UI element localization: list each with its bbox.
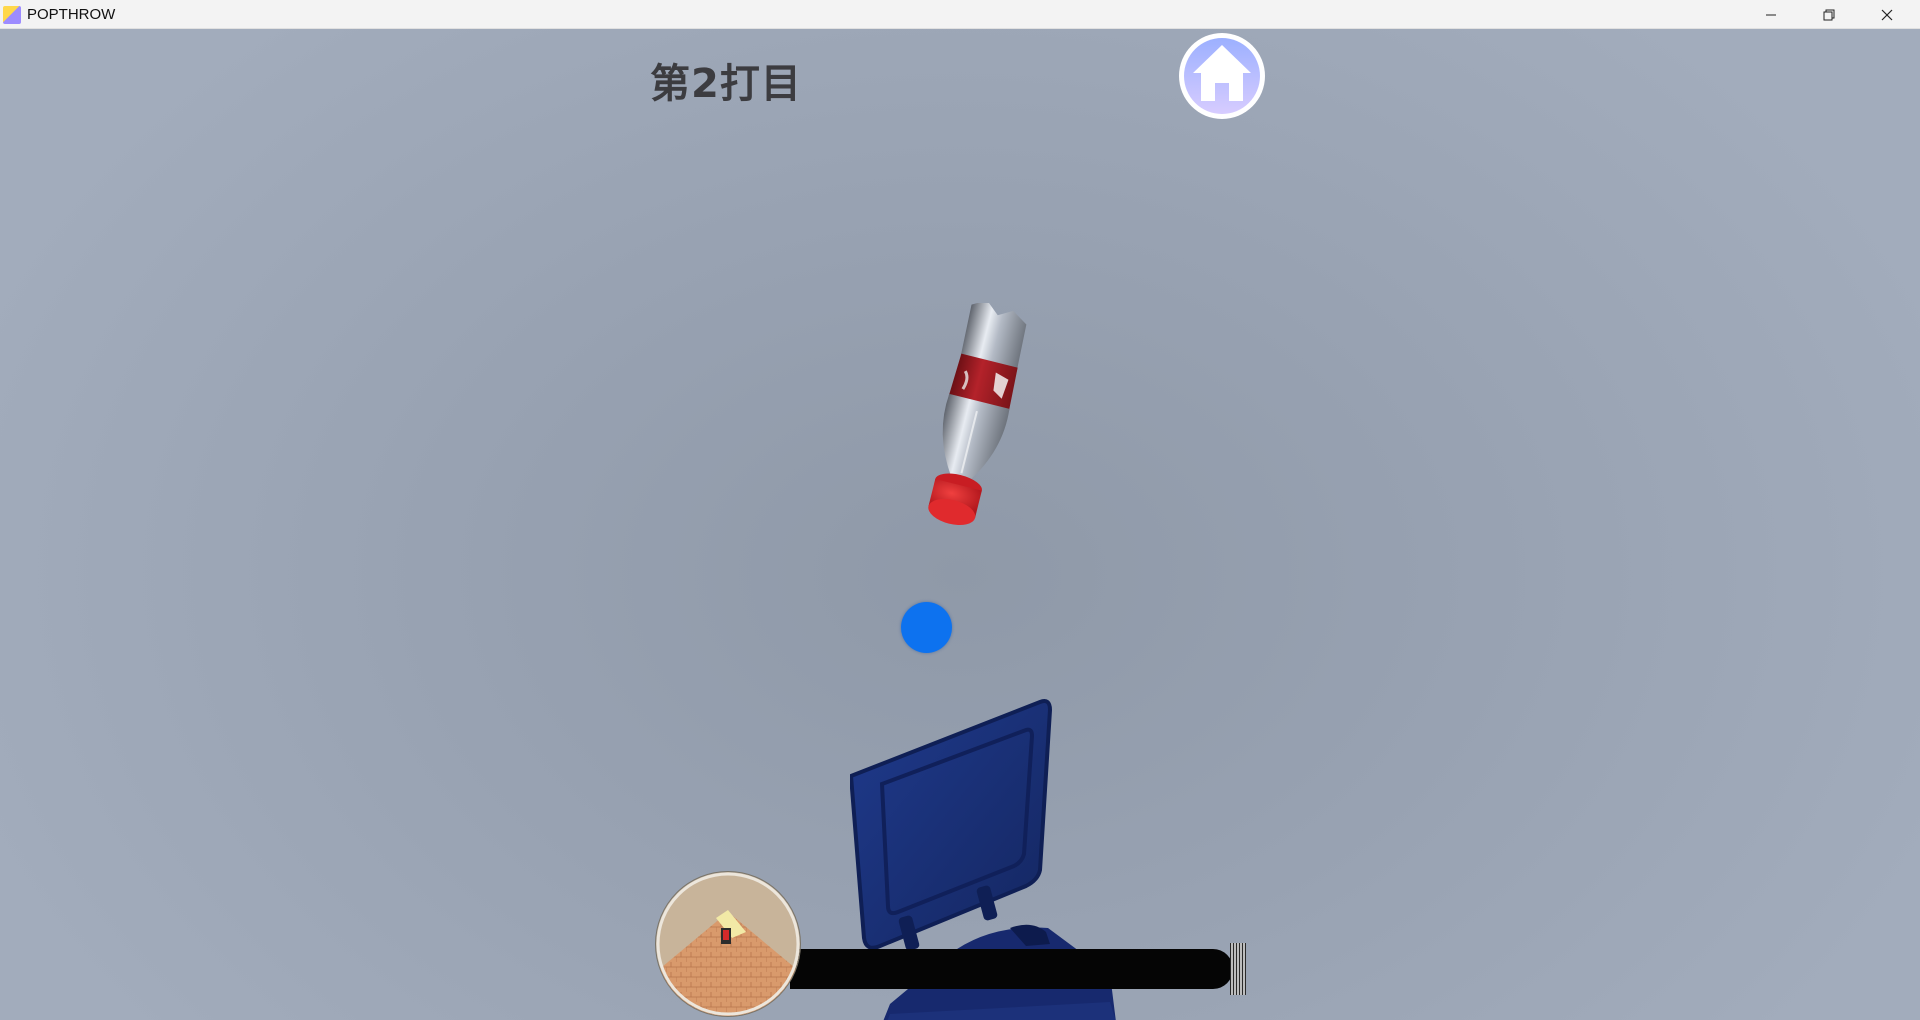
app-icon (3, 6, 21, 24)
window-title: POPTHROW (27, 6, 116, 23)
restore-icon (1823, 9, 1835, 20)
shot-count-label: 第2打目 (650, 61, 802, 107)
close-button[interactable] (1858, 0, 1916, 29)
house-icon (1179, 33, 1265, 119)
minimize-button[interactable] (1742, 0, 1800, 29)
soda-bottle (905, 300, 1045, 543)
power-gauge-track (790, 949, 1233, 989)
title-bar: POPTHROW (0, 0, 1920, 29)
game-scene[interactable]: 第2打目 (0, 29, 1920, 1020)
power-gauge (790, 941, 1248, 995)
home-button[interactable] (1177, 31, 1267, 121)
power-gauge-end (1230, 943, 1246, 995)
aim-target-dot[interactable] (901, 602, 952, 653)
close-icon (1881, 9, 1893, 20)
game-window: POPTHROW 第2打目 (0, 0, 1920, 1020)
minimap[interactable] (656, 872, 800, 1016)
minimize-icon (1766, 14, 1776, 15)
maximize-button[interactable] (1800, 0, 1858, 29)
